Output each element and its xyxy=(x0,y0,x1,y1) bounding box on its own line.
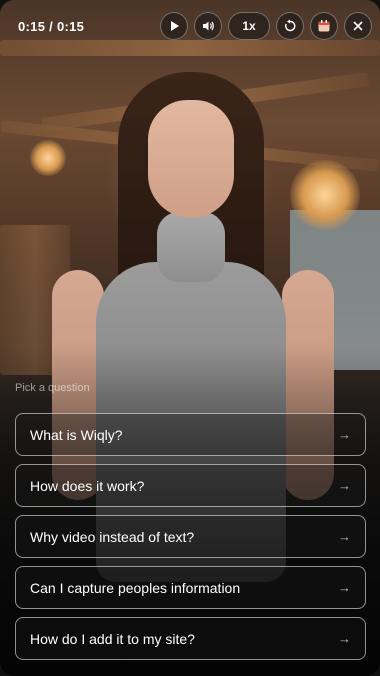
close-button[interactable] xyxy=(344,12,372,40)
play-button[interactable] xyxy=(160,12,188,40)
question-label: How does it work? xyxy=(30,477,145,494)
question-label: What is Wiqly? xyxy=(30,426,123,443)
arrow-right-icon: → xyxy=(338,529,351,544)
play-icon xyxy=(171,21,179,31)
question-option[interactable]: How do I add it to my site? → xyxy=(15,617,366,660)
arrow-right-icon: → xyxy=(338,631,351,646)
question-label: How do I add it to my site? xyxy=(30,630,195,647)
calendar-icon xyxy=(318,20,330,32)
pendant-lamp xyxy=(290,160,360,230)
question-option[interactable]: Why video instead of text? → xyxy=(15,515,366,558)
volume-button[interactable] xyxy=(194,12,222,40)
question-option[interactable]: What is Wiqly? → xyxy=(15,413,366,456)
pendant-lamp xyxy=(30,140,66,176)
question-label: Can I capture peoples information xyxy=(30,579,241,596)
calendar-button[interactable] xyxy=(310,12,338,40)
presenter-turtleneck xyxy=(157,212,225,282)
question-option[interactable]: Can I capture peoples information → xyxy=(15,566,366,609)
presenter-face xyxy=(148,100,234,218)
replay-icon xyxy=(285,19,296,32)
speed-button[interactable]: 1x xyxy=(228,12,270,40)
question-option[interactable]: How does it work? → xyxy=(15,464,366,507)
video-widget: 0:15 / 0:15 1x Pick a question What is W… xyxy=(0,0,380,676)
arrow-right-icon: → xyxy=(338,478,351,493)
replay-button[interactable] xyxy=(276,12,304,40)
arrow-right-icon: → xyxy=(338,580,351,595)
question-prompt: Pick a question xyxy=(15,382,90,394)
volume-icon xyxy=(203,21,214,31)
player-toolbar: 0:15 / 0:15 1x xyxy=(8,8,372,44)
question-label: Why video instead of text? xyxy=(30,528,195,545)
time-display: 0:15 / 0:15 xyxy=(18,18,85,34)
player-controls: 1x xyxy=(160,12,372,40)
close-icon xyxy=(353,21,363,31)
arrow-right-icon: → xyxy=(338,427,351,442)
